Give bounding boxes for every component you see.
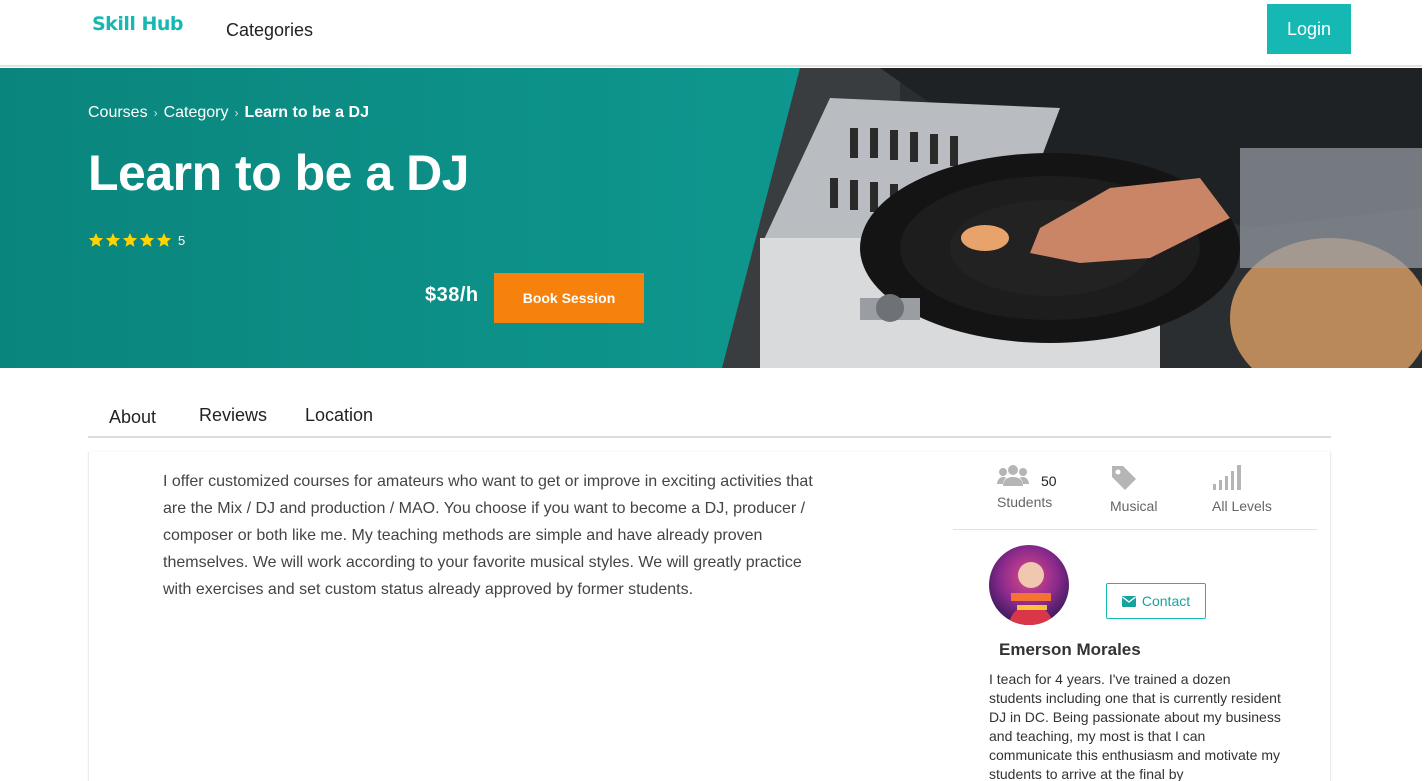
students-label: Students (997, 494, 1053, 510)
star-icon (88, 233, 104, 247)
course-title: Learn to be a DJ (88, 145, 470, 201)
teacher-bio: I teach for 4 years. I've trained a doze… (989, 671, 1281, 781)
envelope-icon (1121, 595, 1136, 607)
tag-icon (1112, 466, 1136, 490)
star-icon (156, 233, 172, 247)
chevron-right-icon: › (234, 106, 239, 120)
top-navbar: Skill Hub Categories Login (0, 0, 1422, 67)
course-hero: Courses › Category › Learn to be a DJ Le… (0, 68, 1422, 368)
signal-bars-icon (1213, 465, 1241, 490)
contact-label: Contact (1141, 593, 1191, 609)
tab-reviews[interactable]: Reviews (199, 405, 267, 426)
hourly-price: $38/h (425, 284, 479, 306)
star-icon (139, 233, 155, 247)
tab-about[interactable]: About (109, 407, 156, 428)
star-rating: 5 (88, 233, 185, 248)
teacher-name: Emerson Morales (999, 640, 1141, 659)
course-tabs: About Reviews Location (88, 385, 1331, 438)
star-icon (105, 233, 121, 247)
contact-button[interactable]: Contact (1106, 583, 1206, 619)
level-stat: All Levels (1212, 464, 1272, 514)
rating-value: 5 (178, 233, 186, 248)
users-icon (997, 465, 1029, 486)
login-button[interactable]: Login (1267, 4, 1351, 54)
breadcrumb: Courses › Category › Learn to be a DJ (88, 104, 369, 122)
chevron-right-icon: › (153, 106, 158, 120)
category-stat: Musical (1110, 464, 1157, 514)
book-session-button[interactable]: Book Session (494, 273, 644, 323)
star-icon (122, 233, 138, 247)
breadcrumb-current: Learn to be a DJ (244, 104, 369, 121)
avatar-image (989, 545, 1069, 625)
about-description: I offer customized courses for amateurs … (163, 473, 813, 598)
logo[interactable]: Skill Hub (92, 13, 184, 35)
category-label: Musical (1110, 498, 1158, 514)
level-label: All Levels (1212, 498, 1272, 514)
breadcrumb-category[interactable]: Category (164, 104, 229, 122)
students-count: 50 (1041, 473, 1057, 489)
teacher-avatar[interactable] (989, 545, 1069, 625)
tab-location[interactable]: Location (305, 405, 373, 426)
nav-categories-link[interactable]: Categories (226, 20, 313, 41)
sidebar-divider (953, 529, 1317, 530)
breadcrumb-courses[interactable]: Courses (88, 104, 148, 122)
